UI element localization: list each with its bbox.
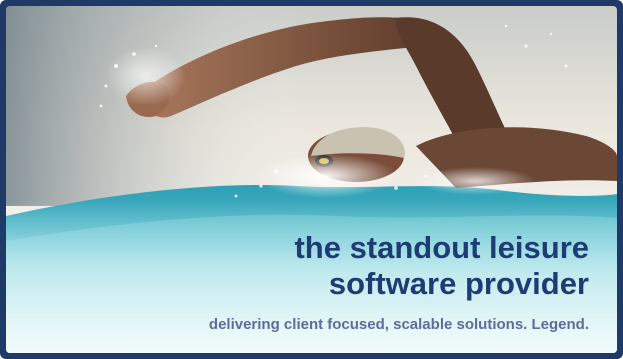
- headline: the standout leisure software provider: [169, 230, 589, 302]
- tagline: delivering client focused, scalable solu…: [208, 316, 589, 333]
- headline-line-2: software provider: [328, 266, 589, 301]
- hero-banner: the standout leisure software provider d…: [6, 6, 617, 353]
- banner-frame: the standout leisure software provider d…: [0, 0, 623, 359]
- headline-line-1: the standout leisure: [294, 230, 589, 265]
